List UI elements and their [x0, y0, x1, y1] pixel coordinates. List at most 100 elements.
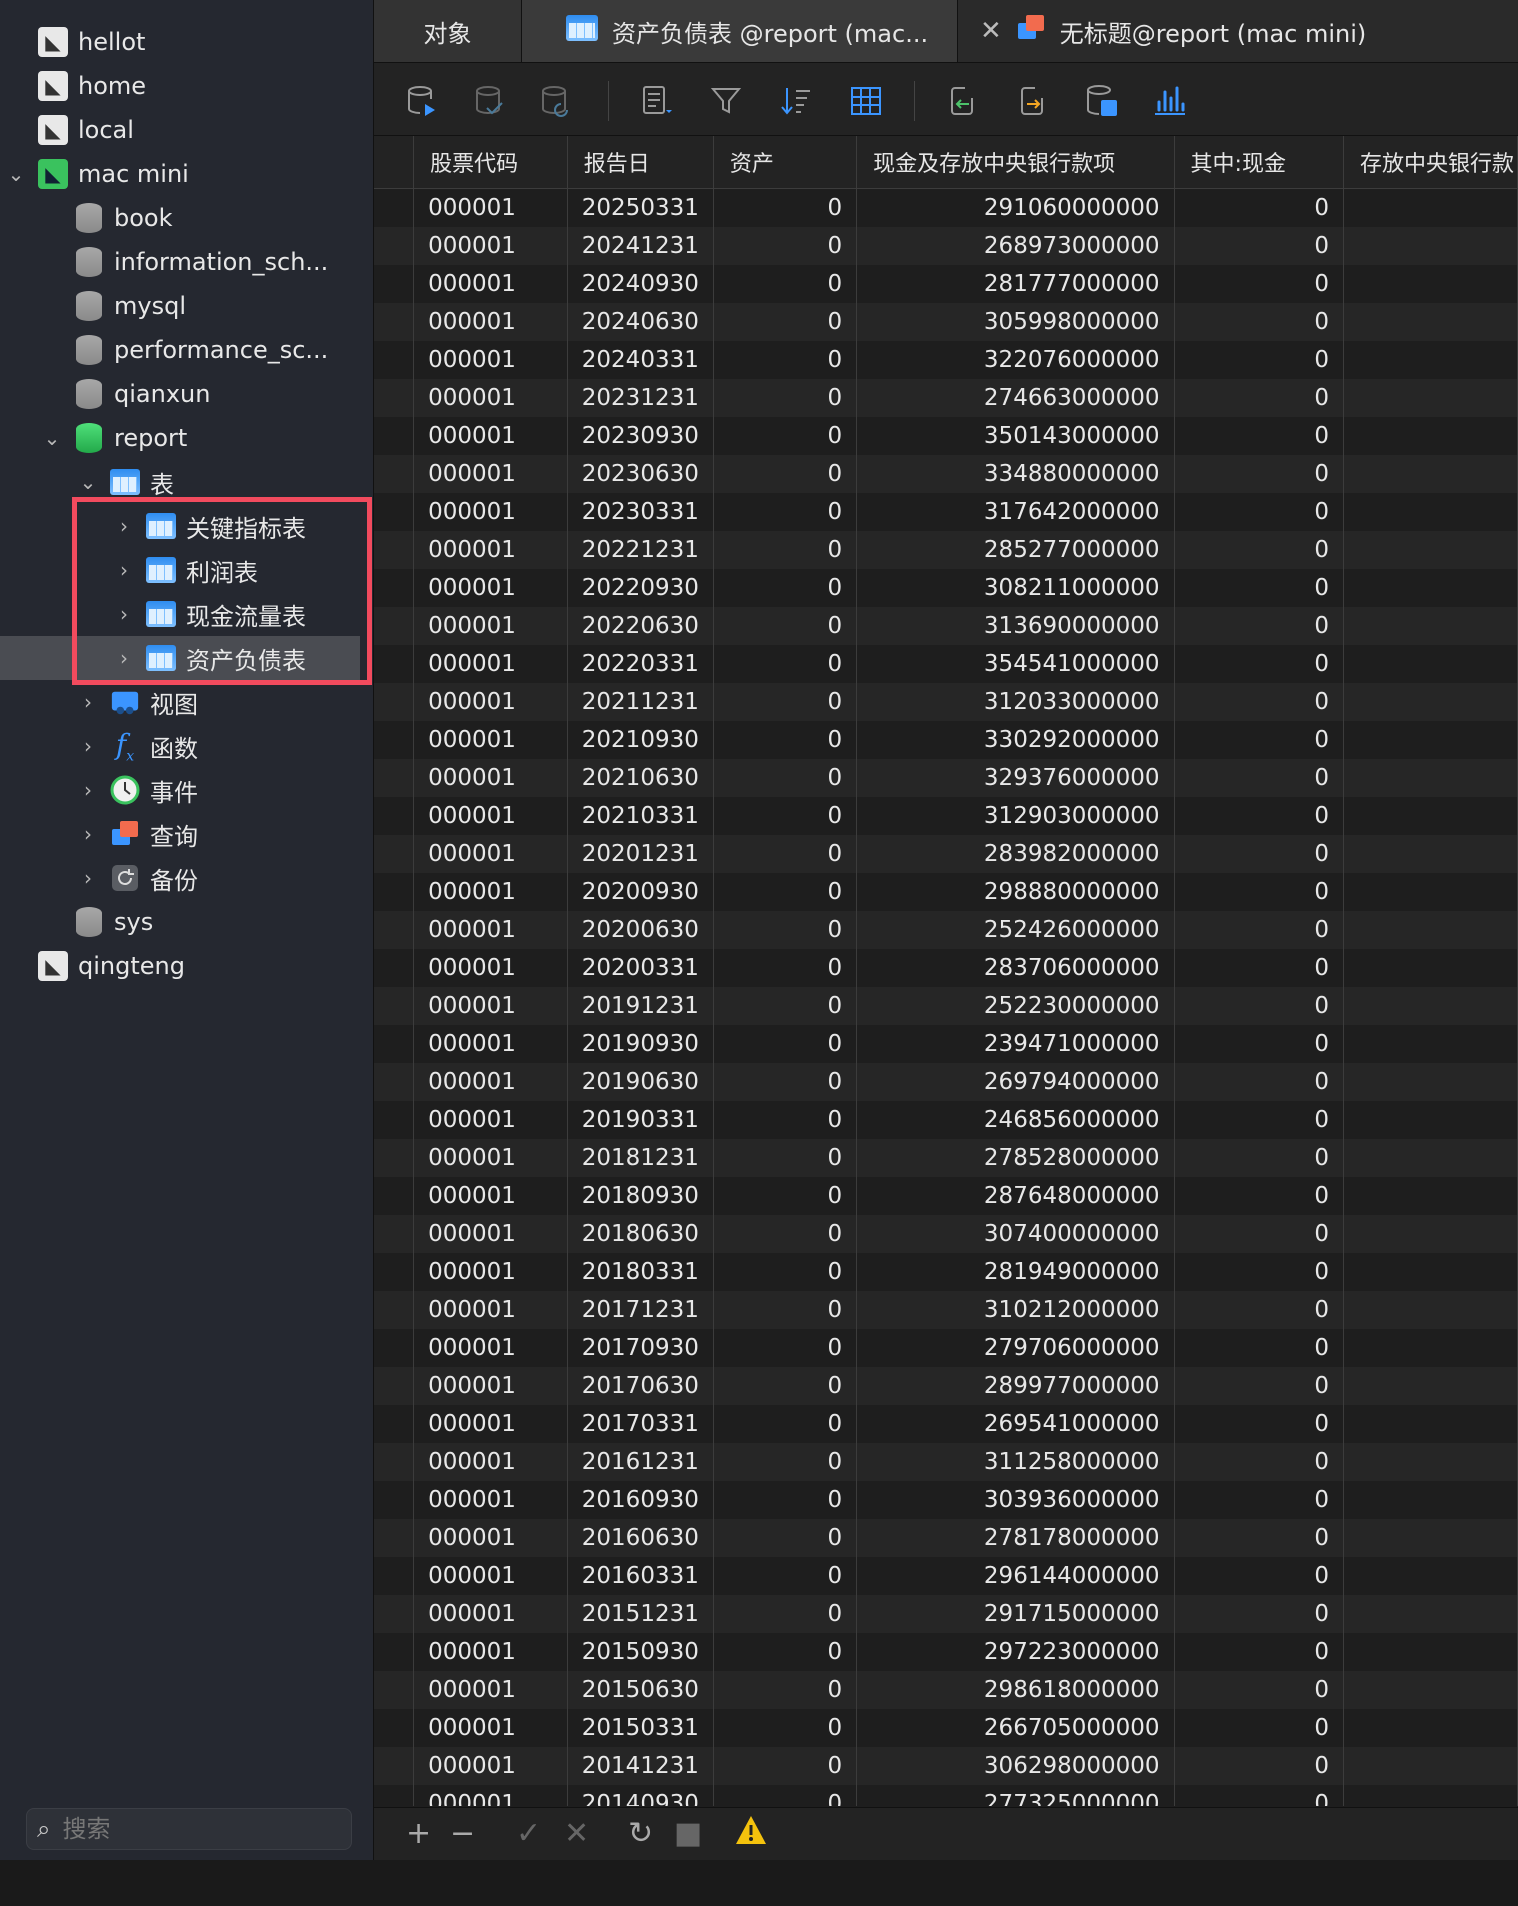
- row-header[interactable]: [374, 911, 415, 949]
- table-cell[interactable]: 0: [713, 455, 858, 493]
- table-cell[interactable]: 0: [713, 1443, 858, 1481]
- table-cell[interactable]: 20190331: [567, 1101, 714, 1139]
- table-row[interactable]: 000001 20170331 0 269541000000 0: [374, 1405, 1518, 1443]
- table-cell[interactable]: 0: [1174, 759, 1344, 797]
- refresh-icon[interactable]: ↻: [628, 1816, 653, 1851]
- row-header[interactable]: [374, 1405, 415, 1443]
- row-header[interactable]: [374, 987, 415, 1025]
- table-cell[interactable]: 20141231: [567, 1747, 714, 1785]
- chevron-right-icon[interactable]: ›: [78, 734, 98, 758]
- sidebar-item-events[interactable]: › 事件: [0, 768, 373, 812]
- commit-database-icon[interactable]: [470, 81, 510, 121]
- chevron-down-icon[interactable]: ⌄: [6, 162, 26, 186]
- table-cell-empty[interactable]: [1343, 1025, 1518, 1063]
- stop-icon[interactable]: ■: [674, 1816, 702, 1851]
- table-cell-empty[interactable]: [1343, 1101, 1518, 1139]
- table-cell-empty[interactable]: [1343, 1519, 1518, 1557]
- row-header[interactable]: [374, 1139, 415, 1177]
- table-cell-empty[interactable]: [1343, 493, 1518, 531]
- table-cell[interactable]: 000001: [413, 607, 568, 645]
- table-cell[interactable]: 000001: [413, 1671, 568, 1709]
- table-cell[interactable]: 20191231: [567, 987, 714, 1025]
- row-header[interactable]: [374, 645, 415, 683]
- table-row[interactable]: 000001 20200630 0 252426000000 0: [374, 911, 1518, 949]
- table-cell[interactable]: 0: [713, 1633, 858, 1671]
- table-cell-empty[interactable]: [1343, 645, 1518, 683]
- table-cell[interactable]: 278178000000: [856, 1519, 1175, 1557]
- table-cell-empty[interactable]: [1343, 1481, 1518, 1519]
- table-cell[interactable]: 0: [1174, 1633, 1344, 1671]
- row-header[interactable]: [374, 1215, 415, 1253]
- table-cell[interactable]: 0: [713, 1671, 858, 1709]
- table-cell-empty[interactable]: [1343, 987, 1518, 1025]
- table-cell[interactable]: 0: [713, 265, 858, 303]
- table-cell-empty[interactable]: [1343, 417, 1518, 455]
- table-cell[interactable]: 20231231: [567, 379, 714, 417]
- table-row[interactable]: 000001 20161231 0 311258000000 0: [374, 1443, 1518, 1481]
- table-row[interactable]: 000001 20221231 0 285277000000 0: [374, 531, 1518, 569]
- table-row[interactable]: 000001 20241231 0 268973000000 0: [374, 227, 1518, 265]
- table-cell[interactable]: 0: [1174, 379, 1344, 417]
- table-cell[interactable]: 000001: [413, 265, 568, 303]
- table-cell-empty[interactable]: [1343, 797, 1518, 835]
- export-icon[interactable]: [1012, 81, 1052, 121]
- sidebar-item-connection[interactable]: ◣ home: [0, 64, 373, 108]
- table-cell[interactable]: 0: [713, 835, 858, 873]
- table-cell[interactable]: 0: [1174, 1595, 1344, 1633]
- table-cell[interactable]: 0: [713, 1025, 858, 1063]
- table-cell[interactable]: 000001: [413, 1177, 568, 1215]
- table-cell[interactable]: 000001: [413, 455, 568, 493]
- table-cell[interactable]: 0: [1174, 607, 1344, 645]
- row-header[interactable]: [374, 417, 415, 455]
- table-cell[interactable]: 0: [713, 987, 858, 1025]
- sidebar-item-connection[interactable]: ◣ qingteng: [0, 944, 373, 988]
- table-cell[interactable]: 000001: [413, 1557, 568, 1595]
- table-row[interactable]: 000001 20250331 0 291060000000 0: [374, 188, 1518, 227]
- table-cell[interactable]: 0: [1174, 1101, 1344, 1139]
- table-cell[interactable]: 0: [713, 1785, 858, 1806]
- table-cell[interactable]: 0: [1174, 645, 1344, 683]
- sidebar-item-views[interactable]: › 视图: [0, 680, 373, 724]
- row-header[interactable]: [374, 455, 415, 493]
- add-row-icon[interactable]: +: [406, 1816, 431, 1851]
- table-cell[interactable]: 0: [1174, 1557, 1344, 1595]
- table-cell[interactable]: 0: [713, 188, 858, 227]
- table-cell[interactable]: 307400000000: [856, 1215, 1175, 1253]
- table-cell[interactable]: 0: [713, 1405, 858, 1443]
- table-cell[interactable]: 0: [1174, 531, 1344, 569]
- column-header[interactable]: 报告日: [567, 136, 714, 189]
- row-header[interactable]: [374, 759, 415, 797]
- row-header[interactable]: [374, 379, 415, 417]
- row-header[interactable]: [374, 797, 415, 835]
- column-header[interactable]: 现金及存放中央银行款项: [856, 136, 1175, 189]
- table-cell[interactable]: 20161231: [567, 1443, 714, 1481]
- table-cell[interactable]: 0: [713, 797, 858, 835]
- table-cell[interactable]: 000001: [413, 949, 568, 987]
- table-cell[interactable]: 000001: [413, 1329, 568, 1367]
- table-cell[interactable]: 000001: [413, 1367, 568, 1405]
- table-cell[interactable]: 0: [713, 1595, 858, 1633]
- table-cell[interactable]: 0: [1174, 455, 1344, 493]
- table-cell[interactable]: 283706000000: [856, 949, 1175, 987]
- table-cell[interactable]: 000001: [413, 303, 568, 341]
- table-cell[interactable]: 000001: [413, 835, 568, 873]
- table-cell[interactable]: 0: [713, 1481, 858, 1519]
- table-cell-empty[interactable]: [1343, 1709, 1518, 1747]
- table-cell[interactable]: 000001: [413, 341, 568, 379]
- row-header[interactable]: [374, 1291, 415, 1329]
- table-cell[interactable]: 317642000000: [856, 493, 1175, 531]
- table-cell[interactable]: 000001: [413, 873, 568, 911]
- table-row[interactable]: 000001 20200331 0 283706000000 0: [374, 949, 1518, 987]
- table-cell-empty[interactable]: [1343, 835, 1518, 873]
- table-cell[interactable]: 20201231: [567, 835, 714, 873]
- table-cell[interactable]: 0: [1174, 1177, 1344, 1215]
- row-header[interactable]: [374, 1481, 415, 1519]
- table-row[interactable]: 000001 20160331 0 296144000000 0: [374, 1557, 1518, 1595]
- table-cell[interactable]: 0: [713, 1177, 858, 1215]
- table-cell-empty[interactable]: [1343, 265, 1518, 303]
- table-row[interactable]: 000001 20200930 0 298880000000 0: [374, 873, 1518, 911]
- sidebar-item-connection[interactable]: ◣ hellot: [0, 20, 373, 64]
- row-header[interactable]: [374, 1101, 415, 1139]
- table-cell[interactable]: 20241231: [567, 227, 714, 265]
- table-cell[interactable]: 277325000000: [856, 1785, 1175, 1806]
